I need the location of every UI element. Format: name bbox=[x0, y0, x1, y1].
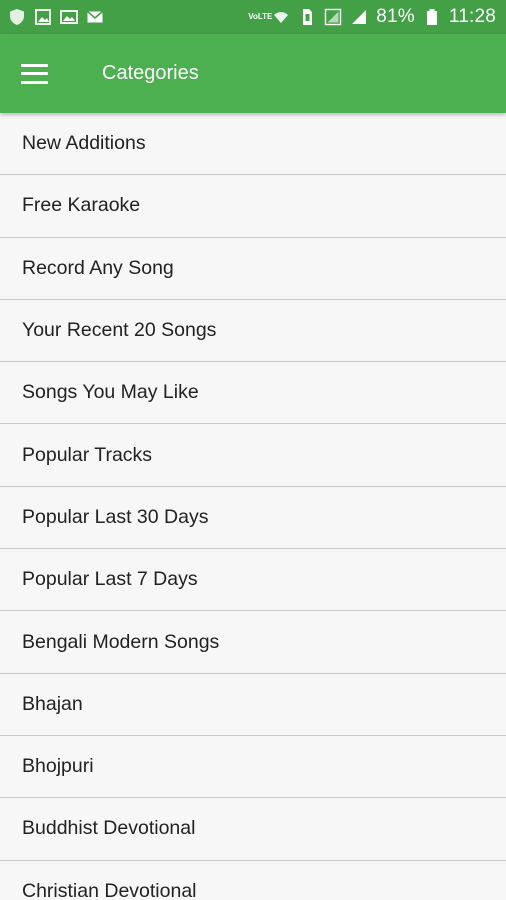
gallery-icon bbox=[34, 8, 52, 26]
category-christian-devotional[interactable]: Christian Devotional bbox=[0, 861, 506, 900]
category-bhajan[interactable]: Bhajan bbox=[0, 674, 506, 736]
category-popular-last-7-days[interactable]: Popular Last 7 Days bbox=[0, 549, 506, 612]
category-bhojpuri[interactable]: Bhojpuri bbox=[0, 736, 506, 799]
app-bar: Categories bbox=[0, 34, 506, 113]
category-your-recent-20-songs[interactable]: Your Recent 20 Songs bbox=[0, 300, 506, 363]
category-buddhist-devotional[interactable]: Buddhist Devotional bbox=[0, 798, 506, 861]
category-free-karaoke[interactable]: Free Karaoke bbox=[0, 175, 506, 238]
clock: 11:28 bbox=[448, 6, 496, 27]
gallery-icon bbox=[60, 8, 78, 26]
status-bar: VoLTE 81% 11:28 bbox=[0, 0, 506, 34]
category-record-any-song[interactable]: Record Any Song bbox=[0, 238, 506, 300]
menu-button[interactable] bbox=[0, 34, 68, 113]
volte-icon: VoLTE bbox=[248, 12, 273, 21]
category-popular-last-30-days[interactable]: Popular Last 30 Days bbox=[0, 487, 506, 550]
category-songs-you-may-like[interactable]: Songs You May Like bbox=[0, 362, 506, 425]
mail-icon bbox=[86, 8, 104, 26]
status-left-icons bbox=[8, 8, 104, 26]
signal-icon bbox=[350, 8, 368, 26]
sim-icon bbox=[298, 8, 316, 26]
category-new-additions[interactable]: New Additions bbox=[0, 113, 506, 176]
wifi-icon bbox=[272, 8, 290, 26]
shield-icon bbox=[8, 8, 26, 26]
status-right-icons: VoLTE 81% 11:28 bbox=[248, 6, 496, 28]
page-title: Categories bbox=[102, 62, 199, 84]
category-list: New Additions Free Karaoke Record Any So… bbox=[0, 113, 506, 900]
battery-icon bbox=[423, 8, 441, 26]
hamburger-menu-icon[interactable] bbox=[20, 63, 48, 84]
battery-percentage: 81% bbox=[376, 6, 415, 27]
category-popular-tracks[interactable]: Popular Tracks bbox=[0, 424, 506, 487]
signal-icon bbox=[324, 8, 342, 26]
category-bengali-modern-songs[interactable]: Bengali Modern Songs bbox=[0, 611, 506, 674]
